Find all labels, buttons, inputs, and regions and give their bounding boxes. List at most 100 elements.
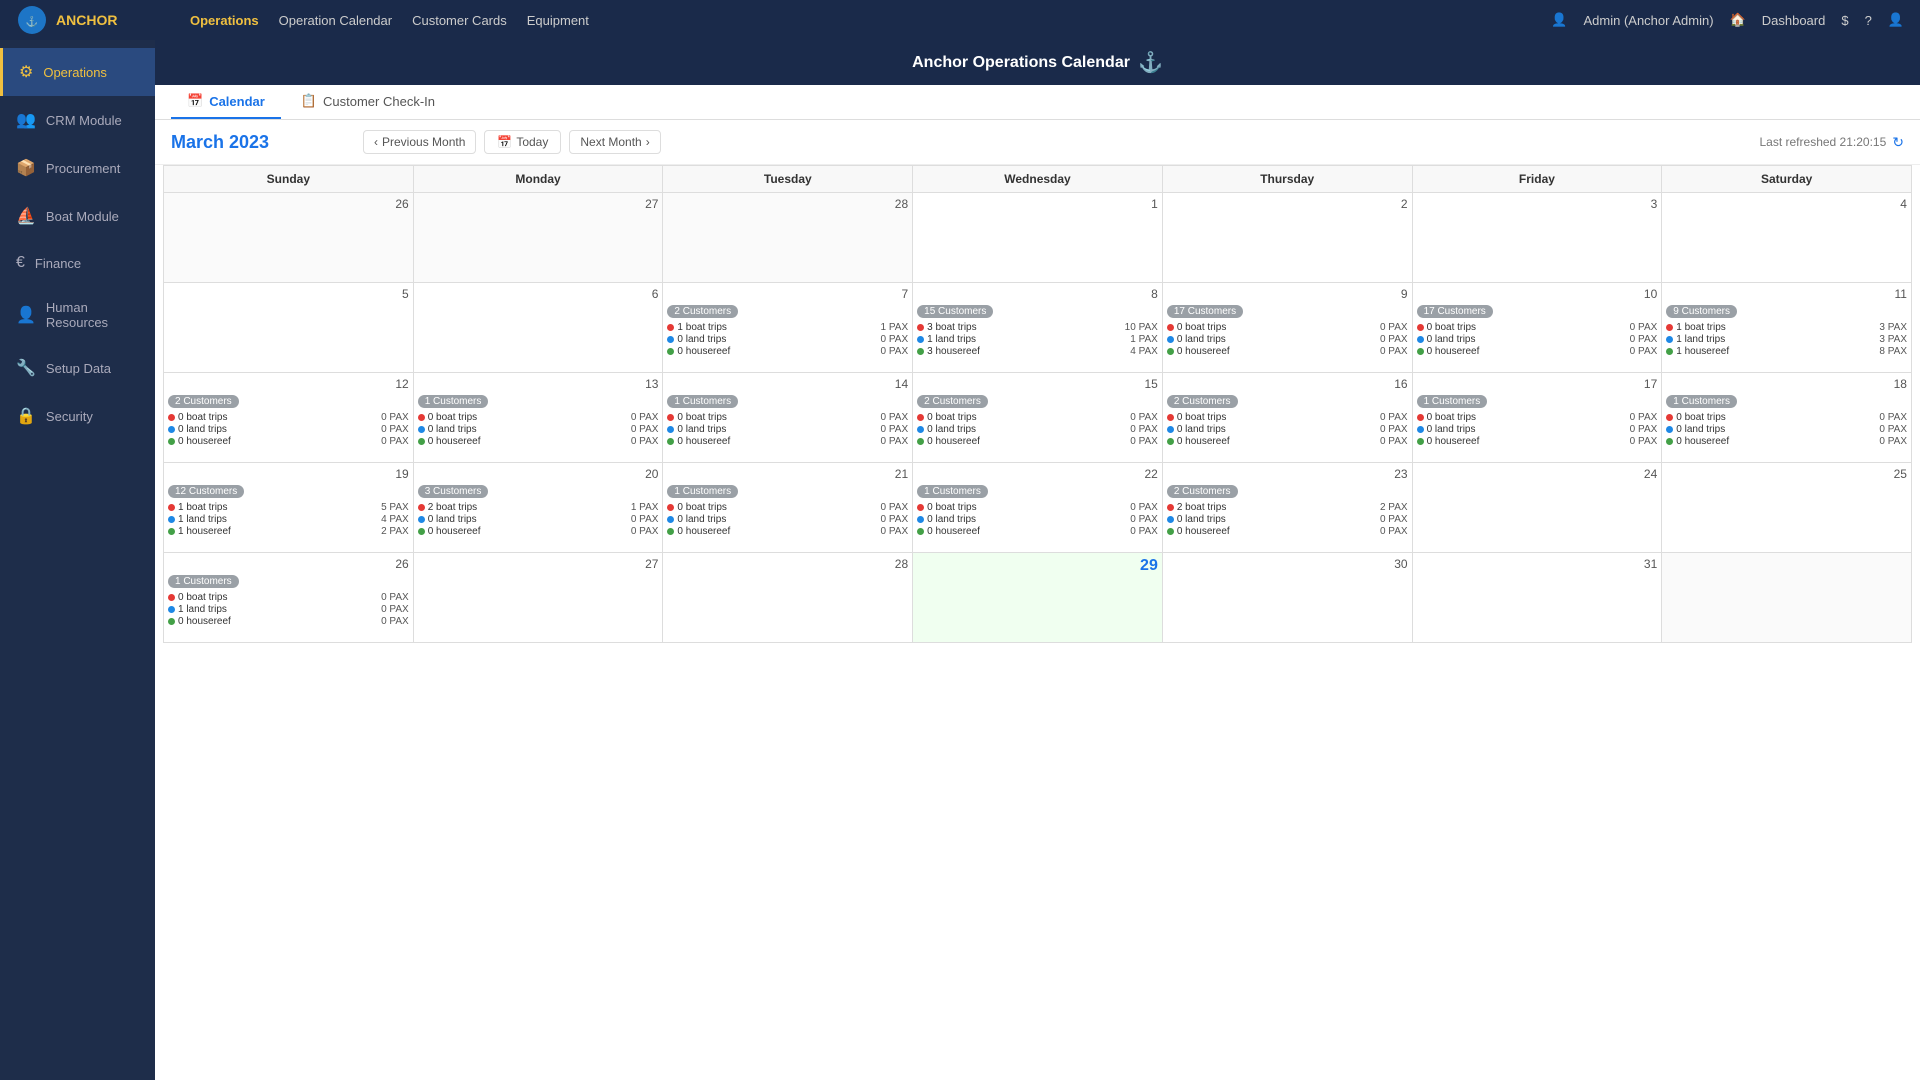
calendar-cell[interactable]: 26: [164, 193, 414, 283]
calendar-cell[interactable]: [1662, 553, 1912, 643]
sidebar-item-setup[interactable]: 🔧 Setup Data: [0, 344, 155, 392]
calendar-cell[interactable]: 28: [663, 553, 913, 643]
trip-row: 0 housereef0 PAX: [1666, 436, 1907, 447]
green-dot: [168, 438, 175, 445]
calendar-cell[interactable]: 211 Customers0 boat trips0 PAX0 land tri…: [663, 463, 913, 553]
trip-label: 0 housereef: [1177, 436, 1377, 447]
trip-pax: 0 PAX: [1879, 424, 1907, 435]
nav-equipment[interactable]: Equipment: [527, 13, 589, 28]
customer-badge: 2 Customers: [667, 305, 738, 318]
sidebar-item-procurement[interactable]: 📦 Procurement: [0, 144, 155, 192]
sidebar-item-operations[interactable]: ⚙ Operations: [0, 48, 155, 96]
calendar-cell[interactable]: 917 Customers0 boat trips0 PAX0 land tri…: [1163, 283, 1413, 373]
nav-operation-calendar[interactable]: Operation Calendar: [279, 13, 392, 28]
calendar-cell[interactable]: 4: [1662, 193, 1912, 283]
calendar-cell[interactable]: 221 Customers0 boat trips0 PAX0 land tri…: [913, 463, 1163, 553]
calendar-cell[interactable]: 162 Customers0 boat trips0 PAX0 land tri…: [1163, 373, 1413, 463]
green-dot: [1167, 528, 1174, 535]
next-month-button[interactable]: Next Month ›: [569, 130, 660, 154]
trip-label: 0 housereef: [428, 436, 628, 447]
green-dot: [667, 438, 674, 445]
calendar-cell[interactable]: 31: [1413, 553, 1663, 643]
calendar-cell[interactable]: 203 Customers2 boat trips1 PAX0 land tri…: [414, 463, 664, 553]
calendar-cell[interactable]: 181 Customers0 boat trips0 PAX0 land tri…: [1662, 373, 1912, 463]
day-number: 2: [1167, 197, 1408, 211]
calendar-cell[interactable]: 1912 Customers1 boat trips5 PAX1 land tr…: [164, 463, 414, 553]
tabs-strip: 📅 Calendar 📋 Customer Check-In: [155, 85, 1920, 120]
help-icon[interactable]: ?: [1865, 13, 1872, 28]
trip-row: 0 housereef0 PAX: [1167, 346, 1408, 357]
day-header: Monday: [414, 166, 664, 193]
trip-pax: 0 PAX: [1380, 436, 1408, 447]
calendar-cell[interactable]: 232 Customers2 boat trips2 PAX0 land tri…: [1163, 463, 1413, 553]
trip-pax: 0 PAX: [631, 424, 659, 435]
prev-month-button[interactable]: ‹ Previous Month: [363, 130, 476, 154]
calendar-cell[interactable]: 131 Customers0 boat trips0 PAX0 land tri…: [414, 373, 664, 463]
blue-dot: [168, 606, 175, 613]
day-number: 12: [168, 377, 409, 391]
calendar-cell[interactable]: 1: [913, 193, 1163, 283]
calendar-cell[interactable]: 6: [414, 283, 664, 373]
day-number: 15: [917, 377, 1158, 391]
nav-operations[interactable]: Operations: [190, 13, 259, 28]
tab-calendar[interactable]: 📅 Calendar: [171, 85, 281, 119]
dollar-icon[interactable]: $: [1841, 13, 1848, 28]
day-number: 23: [1167, 467, 1408, 481]
green-dot: [1666, 348, 1673, 355]
calendar-cell[interactable]: 28: [663, 193, 913, 283]
calendar-cell[interactable]: 27: [414, 193, 664, 283]
trip-label: 0 boat trips: [1177, 412, 1377, 423]
calendar-cell[interactable]: 30: [1163, 553, 1413, 643]
calendar-cell[interactable]: 72 Customers1 boat trips1 PAX0 land trip…: [663, 283, 913, 373]
trip-label: 1 housereef: [178, 526, 378, 537]
calendar-cell[interactable]: 1017 Customers0 boat trips0 PAX0 land tr…: [1413, 283, 1663, 373]
calendar-cell[interactable]: 152 Customers0 boat trips0 PAX0 land tri…: [913, 373, 1163, 463]
trip-row: 0 boat trips0 PAX: [1167, 412, 1408, 423]
user-profile-icon[interactable]: 👤: [1888, 12, 1904, 28]
sidebar-item-hr[interactable]: 👤 Human Resources: [0, 286, 155, 344]
nav-customer-cards[interactable]: Customer Cards: [412, 13, 507, 28]
calendar-cell[interactable]: 2: [1163, 193, 1413, 283]
calendar-cell[interactable]: 27: [414, 553, 664, 643]
calendar-cell[interactable]: 24: [1413, 463, 1663, 553]
today-button[interactable]: 📅 Today: [484, 130, 561, 154]
trip-pax: 4 PAX: [1130, 346, 1158, 357]
trip-row: 0 land trips0 PAX: [1417, 424, 1658, 435]
security-icon: 🔒: [16, 406, 36, 426]
calendar-cell[interactable]: 171 Customers0 boat trips0 PAX0 land tri…: [1413, 373, 1663, 463]
sidebar: ⚙ Operations 👥 CRM Module 📦 Procurement …: [0, 40, 155, 1080]
calendar-cell[interactable]: 119 Customers1 boat trips3 PAX1 land tri…: [1662, 283, 1912, 373]
calendar-cell[interactable]: 3: [1413, 193, 1663, 283]
red-dot: [1417, 414, 1424, 421]
sidebar-item-crm[interactable]: 👥 CRM Module: [0, 96, 155, 144]
trip-row: 1 boat trips3 PAX: [1666, 322, 1907, 333]
customer-badge: 2 Customers: [168, 395, 239, 408]
trip-label: 2 boat trips: [428, 502, 628, 513]
green-dot: [168, 528, 175, 535]
trip-row: 0 boat trips0 PAX: [1666, 412, 1907, 423]
trip-label: 0 land trips: [1427, 424, 1627, 435]
tab-checkin[interactable]: 📋 Customer Check-In: [285, 85, 451, 119]
trip-row: 0 boat trips0 PAX: [667, 412, 908, 423]
calendar-cell[interactable]: 5: [164, 283, 414, 373]
calendar-cell[interactable]: 815 Customers3 boat trips10 PAX1 land tr…: [913, 283, 1163, 373]
trip-label: 0 housereef: [677, 346, 877, 357]
trip-row: 0 housereef0 PAX: [667, 346, 908, 357]
refresh-icon[interactable]: ↻: [1892, 134, 1904, 151]
dashboard-link[interactable]: Dashboard: [1762, 13, 1826, 28]
calendar-cell[interactable]: 25: [1662, 463, 1912, 553]
trip-label: 0 housereef: [1427, 346, 1627, 357]
sidebar-item-security[interactable]: 🔒 Security: [0, 392, 155, 440]
calendar-cell[interactable]: 29: [913, 553, 1163, 643]
trip-label: 0 housereef: [677, 436, 877, 447]
day-number: 26: [168, 557, 409, 571]
sidebar-label-finance: Finance: [35, 256, 81, 271]
calendar-cell[interactable]: 122 Customers0 boat trips0 PAX0 land tri…: [164, 373, 414, 463]
trip-label: 0 land trips: [178, 424, 378, 435]
calendar-cell[interactable]: 261 Customers0 boat trips0 PAX1 land tri…: [164, 553, 414, 643]
sidebar-item-finance[interactable]: € Finance: [0, 240, 155, 286]
calendar-cell[interactable]: 141 Customers0 boat trips0 PAX0 land tri…: [663, 373, 913, 463]
user-label[interactable]: Admin (Anchor Admin): [1583, 13, 1713, 28]
sidebar-label-hr: Human Resources: [46, 300, 139, 330]
sidebar-item-boat[interactable]: ⛵ Boat Module: [0, 192, 155, 240]
